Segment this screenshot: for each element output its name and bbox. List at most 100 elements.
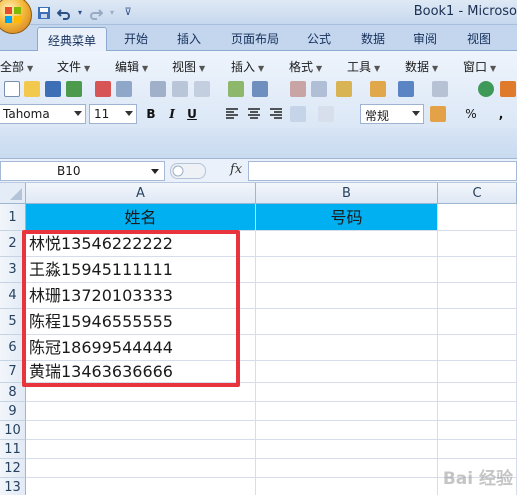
customize-icon[interactable]: ⊽ — [120, 5, 136, 21]
bold-button[interactable]: B — [142, 105, 160, 123]
open-folder-icon[interactable] — [24, 81, 40, 97]
cell[interactable] — [256, 421, 438, 440]
row-header[interactable]: 10 — [0, 421, 26, 440]
autosum-icon[interactable] — [500, 81, 516, 97]
chevron-down-icon[interactable]: ▾ — [76, 5, 84, 21]
menu-window[interactable]: 窗口 ▼ — [463, 58, 496, 75]
save-icon[interactable] — [45, 81, 61, 97]
cell[interactable] — [256, 440, 438, 459]
paste-icon[interactable] — [336, 81, 352, 97]
menu-file[interactable]: 文件 ▼ — [57, 58, 90, 75]
row-header[interactable]: 9 — [0, 402, 26, 421]
insert-function-icon[interactable]: fx — [230, 162, 242, 177]
tab-data[interactable]: 数据 — [361, 30, 385, 47]
cell[interactable] — [256, 283, 438, 309]
copy-icon[interactable] — [311, 81, 327, 97]
cell[interactable] — [438, 402, 517, 421]
cell[interactable] — [26, 440, 256, 459]
cell[interactable] — [438, 361, 517, 383]
align-left-icon[interactable] — [224, 106, 240, 122]
menu-data[interactable]: 数据 ▼ — [405, 58, 438, 75]
underline-button[interactable]: U — [183, 105, 201, 123]
align-right-icon[interactable] — [268, 106, 284, 122]
print-icon[interactable] — [150, 81, 166, 97]
cell[interactable] — [438, 440, 517, 459]
italic-button[interactable]: I — [163, 105, 181, 123]
cell[interactable] — [256, 309, 438, 335]
cell[interactable] — [256, 459, 438, 478]
tab-view[interactable]: 视图 — [467, 30, 491, 47]
email-icon[interactable] — [116, 81, 132, 97]
cell[interactable] — [256, 402, 438, 421]
undo-icon[interactable] — [398, 81, 414, 97]
redo-icon[interactable] — [88, 5, 104, 21]
cell[interactable] — [26, 459, 256, 478]
cell[interactable] — [256, 361, 438, 383]
excel-icon[interactable] — [66, 81, 82, 97]
menu-insert[interactable]: 插入 ▼ — [231, 58, 264, 75]
cell[interactable] — [438, 204, 517, 231]
tab-page-layout[interactable]: 页面布局 — [231, 30, 279, 47]
research-icon[interactable] — [252, 81, 268, 97]
tab-formulas[interactable]: 公式 — [307, 30, 331, 47]
currency-icon[interactable] — [430, 106, 446, 122]
undo-icon[interactable] — [56, 5, 72, 21]
spelling-icon[interactable] — [228, 81, 244, 97]
cell[interactable] — [256, 383, 438, 402]
font-size-select[interactable]: 11 — [89, 104, 137, 124]
cell[interactable] — [438, 231, 517, 257]
header-cell-name[interactable]: 姓名 — [26, 204, 256, 231]
select-all-corner[interactable] — [0, 183, 26, 204]
tab-home[interactable]: 开始 — [124, 30, 148, 47]
column-header-a[interactable]: A — [26, 183, 256, 204]
menu-tools[interactable]: 工具 ▼ — [347, 58, 380, 75]
cut-icon[interactable] — [290, 81, 306, 97]
cell[interactable] — [256, 231, 438, 257]
header-cell-number[interactable]: 号码 — [256, 204, 438, 231]
cell[interactable] — [438, 335, 517, 361]
row-header[interactable]: 11 — [0, 440, 26, 459]
comma-style-button[interactable]: , — [492, 105, 510, 123]
cell[interactable] — [256, 478, 438, 495]
number-format-select[interactable]: 常规 — [360, 104, 424, 124]
font-name-select[interactable]: Tahoma — [0, 104, 86, 124]
align-center-icon[interactable] — [246, 106, 262, 122]
cell[interactable] — [438, 283, 517, 309]
column-header-c[interactable]: C — [438, 183, 517, 204]
cell[interactable] — [438, 309, 517, 335]
permission-icon[interactable] — [95, 81, 111, 97]
menu-all[interactable]: 全部 ▼ — [0, 58, 33, 75]
cell[interactable] — [26, 421, 256, 440]
menu-format[interactable]: 格式 ▼ — [289, 58, 322, 75]
wrap-text-icon[interactable] — [318, 106, 334, 122]
new-document-icon[interactable] — [4, 81, 20, 97]
redo-icon[interactable] — [432, 81, 448, 97]
menu-edit[interactable]: 编辑 ▼ — [115, 58, 148, 75]
tab-insert[interactable]: 插入 — [177, 30, 201, 47]
format-painter-icon[interactable] — [370, 81, 386, 97]
name-box[interactable]: B10 — [0, 161, 165, 181]
row-header[interactable]: 13 — [0, 478, 26, 495]
cell[interactable] — [438, 383, 517, 402]
cell[interactable] — [26, 478, 256, 495]
tab-classic-menu[interactable]: 经典菜单 — [37, 27, 108, 52]
row-header[interactable]: 1 — [0, 204, 26, 231]
save-icon[interactable] — [36, 5, 52, 21]
formula-input[interactable] — [248, 161, 517, 181]
print-preview-icon[interactable] — [172, 81, 188, 97]
tab-review[interactable]: 审阅 — [413, 30, 437, 47]
column-header-b[interactable]: B — [256, 183, 438, 204]
hyperlink-icon[interactable] — [478, 81, 494, 97]
cell[interactable] — [438, 257, 517, 283]
formula-slider-icon[interactable] — [170, 163, 206, 179]
row-header[interactable]: 12 — [0, 459, 26, 478]
cell[interactable] — [26, 402, 256, 421]
chevron-down-icon[interactable]: ▾ — [108, 5, 116, 21]
cell[interactable] — [256, 335, 438, 361]
cell[interactable] — [256, 257, 438, 283]
percent-button[interactable]: % — [462, 105, 480, 123]
quick-print-icon[interactable] — [194, 81, 210, 97]
menu-view[interactable]: 视图 ▼ — [172, 58, 205, 75]
merge-center-icon[interactable] — [290, 106, 306, 122]
cell[interactable] — [438, 421, 517, 440]
